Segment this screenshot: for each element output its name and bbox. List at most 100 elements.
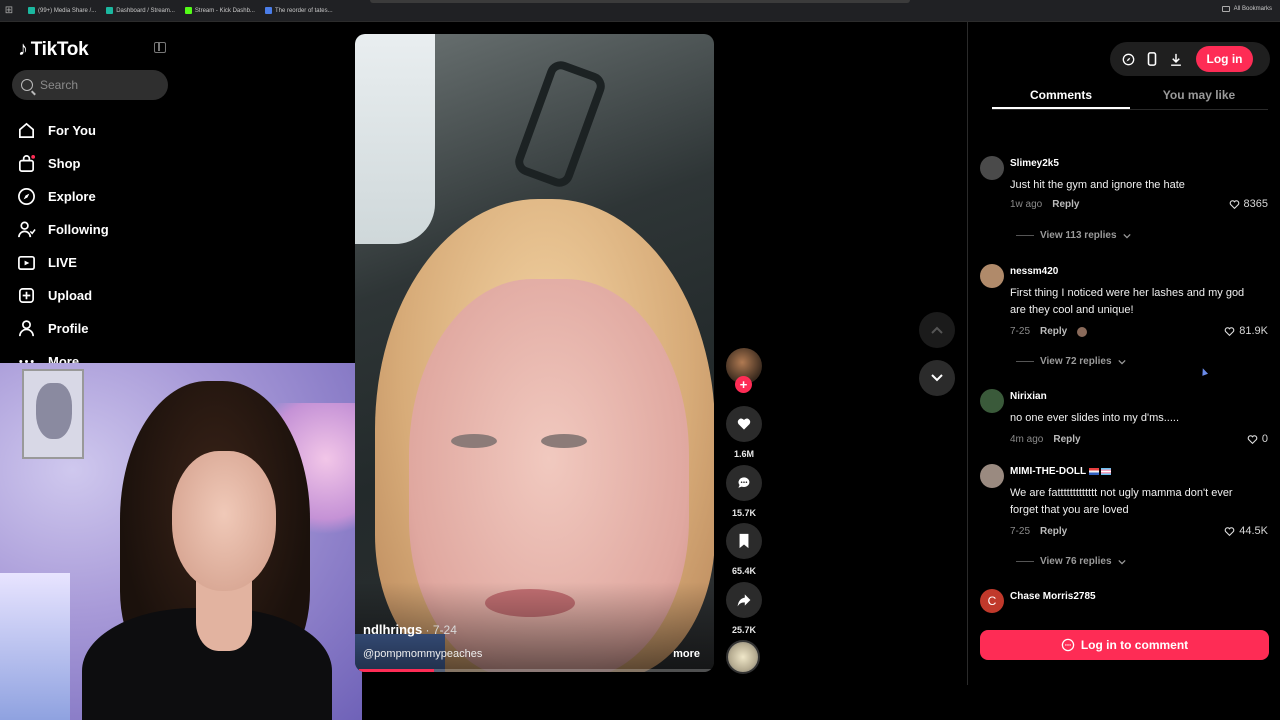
view-replies-button[interactable]: View 72 replies [1016,356,1126,367]
comment-username[interactable]: MIMI-THE-DOLL [1010,466,1086,477]
tab-comments[interactable]: Comments [992,82,1130,109]
mobile-app-icon[interactable] [1144,51,1160,67]
heart-icon [737,418,751,430]
previous-video-button[interactable] [919,312,955,348]
login-button[interactable]: Log in [1196,46,1253,72]
video-progress-bar[interactable] [359,669,714,672]
bookmark-item[interactable]: Dashboard / Stream... [106,7,175,14]
sidebar-item-label: Upload [48,288,93,303]
reply-button[interactable]: Reply [1053,434,1080,445]
comment-meta: 1w ago Reply [1010,199,1079,210]
reply-button[interactable]: Reply [1040,326,1067,337]
sidebar-item-label: Shop [48,156,81,171]
tab-you-may-like[interactable]: You may like [1130,82,1268,109]
video-mention[interactable]: @pompmommypeaches [363,648,482,660]
share-button[interactable] [726,582,762,618]
comment-age: 7-25 [1010,526,1031,537]
comment-age: 1w ago [1010,199,1043,210]
address-bar-edge [370,0,910,3]
login-to-comment-button[interactable]: Log in to comment [980,630,1269,660]
caption-more-button[interactable]: more [673,648,700,660]
video-username[interactable]: ndlhrings [363,622,422,637]
chevron-down-icon [1117,359,1126,364]
like-action[interactable]: 1.6M [724,406,764,459]
apps-grid-icon[interactable]: ⊞ [0,5,18,16]
view-replies-button[interactable]: View 76 replies [1016,556,1126,567]
video-car-handle [511,57,609,191]
comment-text: First thing I noticed were her lashes an… [1010,287,1245,316]
sound-disc[interactable] [726,640,760,674]
comment-like-button[interactable]: 81.9K [1224,325,1268,337]
comment-username[interactable]: Slimey2k5 [1010,158,1059,169]
video-player[interactable]: ndlhrings · 7-24 @pompmommypeaches more [355,34,714,672]
video-eye-right [541,434,587,448]
sidebar-item-label: Explore [48,189,96,204]
video-date: · 7-24 [422,623,457,637]
bookmark-item[interactable]: (99+) Media Share /... [28,7,96,14]
sidebar-item-profile[interactable]: Profile [16,312,109,345]
avatar[interactable] [980,464,1004,488]
download-icon[interactable] [1168,51,1184,67]
search-input[interactable]: Search [12,70,168,100]
chevron-down-icon [931,374,943,382]
webcam-face [172,451,276,591]
sidebar-item-shop[interactable]: Shop [16,147,109,180]
comment-username[interactable]: Chase Morris2785 [1010,591,1096,602]
reply-button[interactable]: Reply [1052,199,1079,210]
collapse-sidebar-icon[interactable] [154,42,166,53]
comment-like-button[interactable]: 44.5K [1224,525,1268,537]
save-button[interactable] [726,523,762,559]
avatar[interactable] [980,389,1004,413]
video-author[interactable]: ndlhrings · 7-24 [363,622,457,637]
like-button[interactable] [726,406,762,442]
view-replies-button[interactable]: View 113 replies [1016,230,1131,241]
home-icon [16,121,36,141]
comment-text: We are fattttttttttttt not ugly mamma do… [1010,487,1233,516]
view-replies-label: View 76 replies [1040,556,1112,567]
comment-smile-icon [1061,638,1075,652]
follow-button[interactable]: + [735,376,752,393]
sidebar-item-for-you[interactable]: For You [16,114,109,147]
tiktok-logo[interactable]: ♪ TikTok [18,38,89,61]
sidebar-item-label: Profile [48,321,89,336]
bookmark-label: (99+) Media Share /... [38,7,97,14]
avatar[interactable] [980,156,1004,180]
comment-action[interactable]: 15.7K [724,465,764,518]
all-bookmarks-button[interactable]: All Bookmarks [1221,6,1272,12]
share-arrow-icon [737,594,751,607]
next-video-button[interactable] [919,360,955,396]
save-action[interactable]: 65.4K [724,523,764,576]
sidebar-item-following[interactable]: Following [16,213,109,246]
comment-text: no one ever slides into my d'ms..... [1010,412,1180,424]
comment-like-button[interactable]: 0 [1247,433,1268,445]
comments-panel: Log in Comments You may like Slimey2k5 J… [967,22,1280,685]
save-count: 65.4K [731,566,757,576]
reply-button[interactable]: Reply [1040,526,1067,537]
avatar[interactable] [980,264,1004,288]
search-placeholder: Search [40,78,79,92]
view-replies-label: View 72 replies [1040,356,1112,367]
comment-username[interactable]: nessm420 [1010,266,1058,277]
heart-outline-icon [1224,326,1235,336]
sidebar-item-live[interactable]: LIVE [16,246,109,279]
sidebar-item-upload[interactable]: Upload [16,279,109,312]
comment-button[interactable] [726,465,762,501]
heart-outline-icon [1247,434,1258,444]
bookmark-item[interactable]: Stream - Kick Dashb... [184,7,255,14]
panel-tabs: Comments You may like [992,82,1268,110]
live-icon [16,253,36,273]
comment-meta: 4m ago Reply [1010,434,1081,445]
sidebar-item-label: For You [48,123,96,138]
chevron-up-icon [931,326,943,334]
following-icon [16,220,36,240]
compass-icon[interactable] [1120,51,1136,67]
sidebar-item-explore[interactable]: Explore [16,180,109,213]
comment-username[interactable]: Nirixian [1010,391,1047,402]
logo-text: TikTok [30,38,89,60]
avatar[interactable]: C [980,589,1004,613]
share-action[interactable]: 25.7K [724,582,764,635]
comment-like-button[interactable]: 8365 [1229,198,1268,210]
bookmark-label: Stream - Kick Dashb... [194,7,255,14]
bookmark-item[interactable]: The reorder of tates... [264,7,333,14]
chevron-down-icon [1117,559,1126,564]
